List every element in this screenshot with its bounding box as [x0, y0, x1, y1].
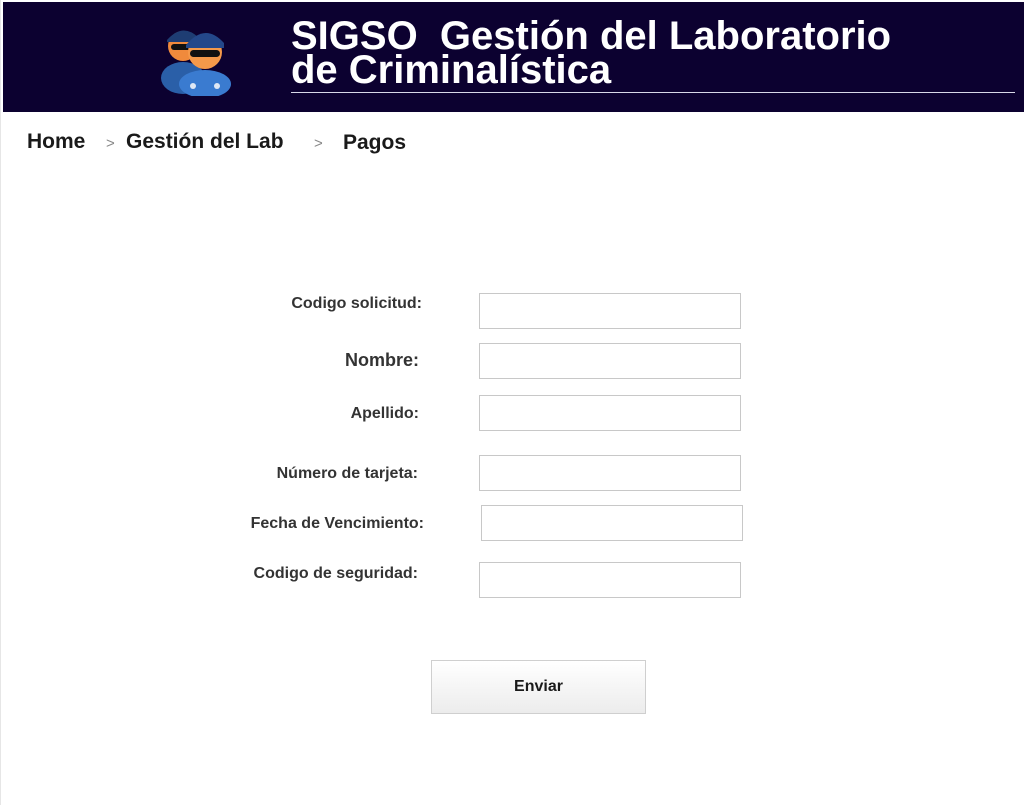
codigo-solicitud-label: Codigo solicitud:	[291, 295, 422, 312]
apellido-label: Apellido:	[350, 405, 419, 422]
fecha-vencimiento-input[interactable]	[481, 505, 743, 541]
page: SIGSO Gestión del Laboratorio de Crimina…	[0, 0, 1025, 805]
breadcrumb-current-page: Pagos	[343, 131, 407, 154]
breadcrumb-separator: >	[106, 135, 115, 152]
app-title: SIGSO Gestión del Laboratorio de Crimina…	[291, 16, 891, 92]
breadcrumb-gestion-link[interactable]: Gestión del Lab	[126, 130, 284, 154]
breadcrumb-home-link[interactable]: Home	[27, 130, 85, 154]
numero-tarjeta-input[interactable]	[479, 455, 741, 491]
nombre-label: Nombre:	[344, 350, 419, 370]
enviar-button[interactable]: Enviar	[431, 660, 646, 714]
codigo-seguridad-input[interactable]	[479, 562, 741, 598]
numero-tarjeta-label: Número de tarjeta:	[276, 465, 418, 482]
title-underline	[291, 92, 1015, 93]
codigo-solicitud-input[interactable]	[479, 293, 741, 329]
breadcrumb-separator: >	[314, 135, 323, 152]
fecha-vencimiento-label: Fecha de Vencimiento:	[250, 515, 424, 532]
app-title-line2: de Criminalística	[291, 48, 612, 92]
codigo-seguridad-label: Codigo de seguridad:	[253, 565, 418, 582]
header-banner: SIGSO Gestión del Laboratorio de Crimina…	[3, 2, 1024, 112]
police-officers-icon	[161, 30, 231, 96]
apellido-input[interactable]	[479, 395, 741, 431]
nombre-input[interactable]	[479, 343, 741, 379]
